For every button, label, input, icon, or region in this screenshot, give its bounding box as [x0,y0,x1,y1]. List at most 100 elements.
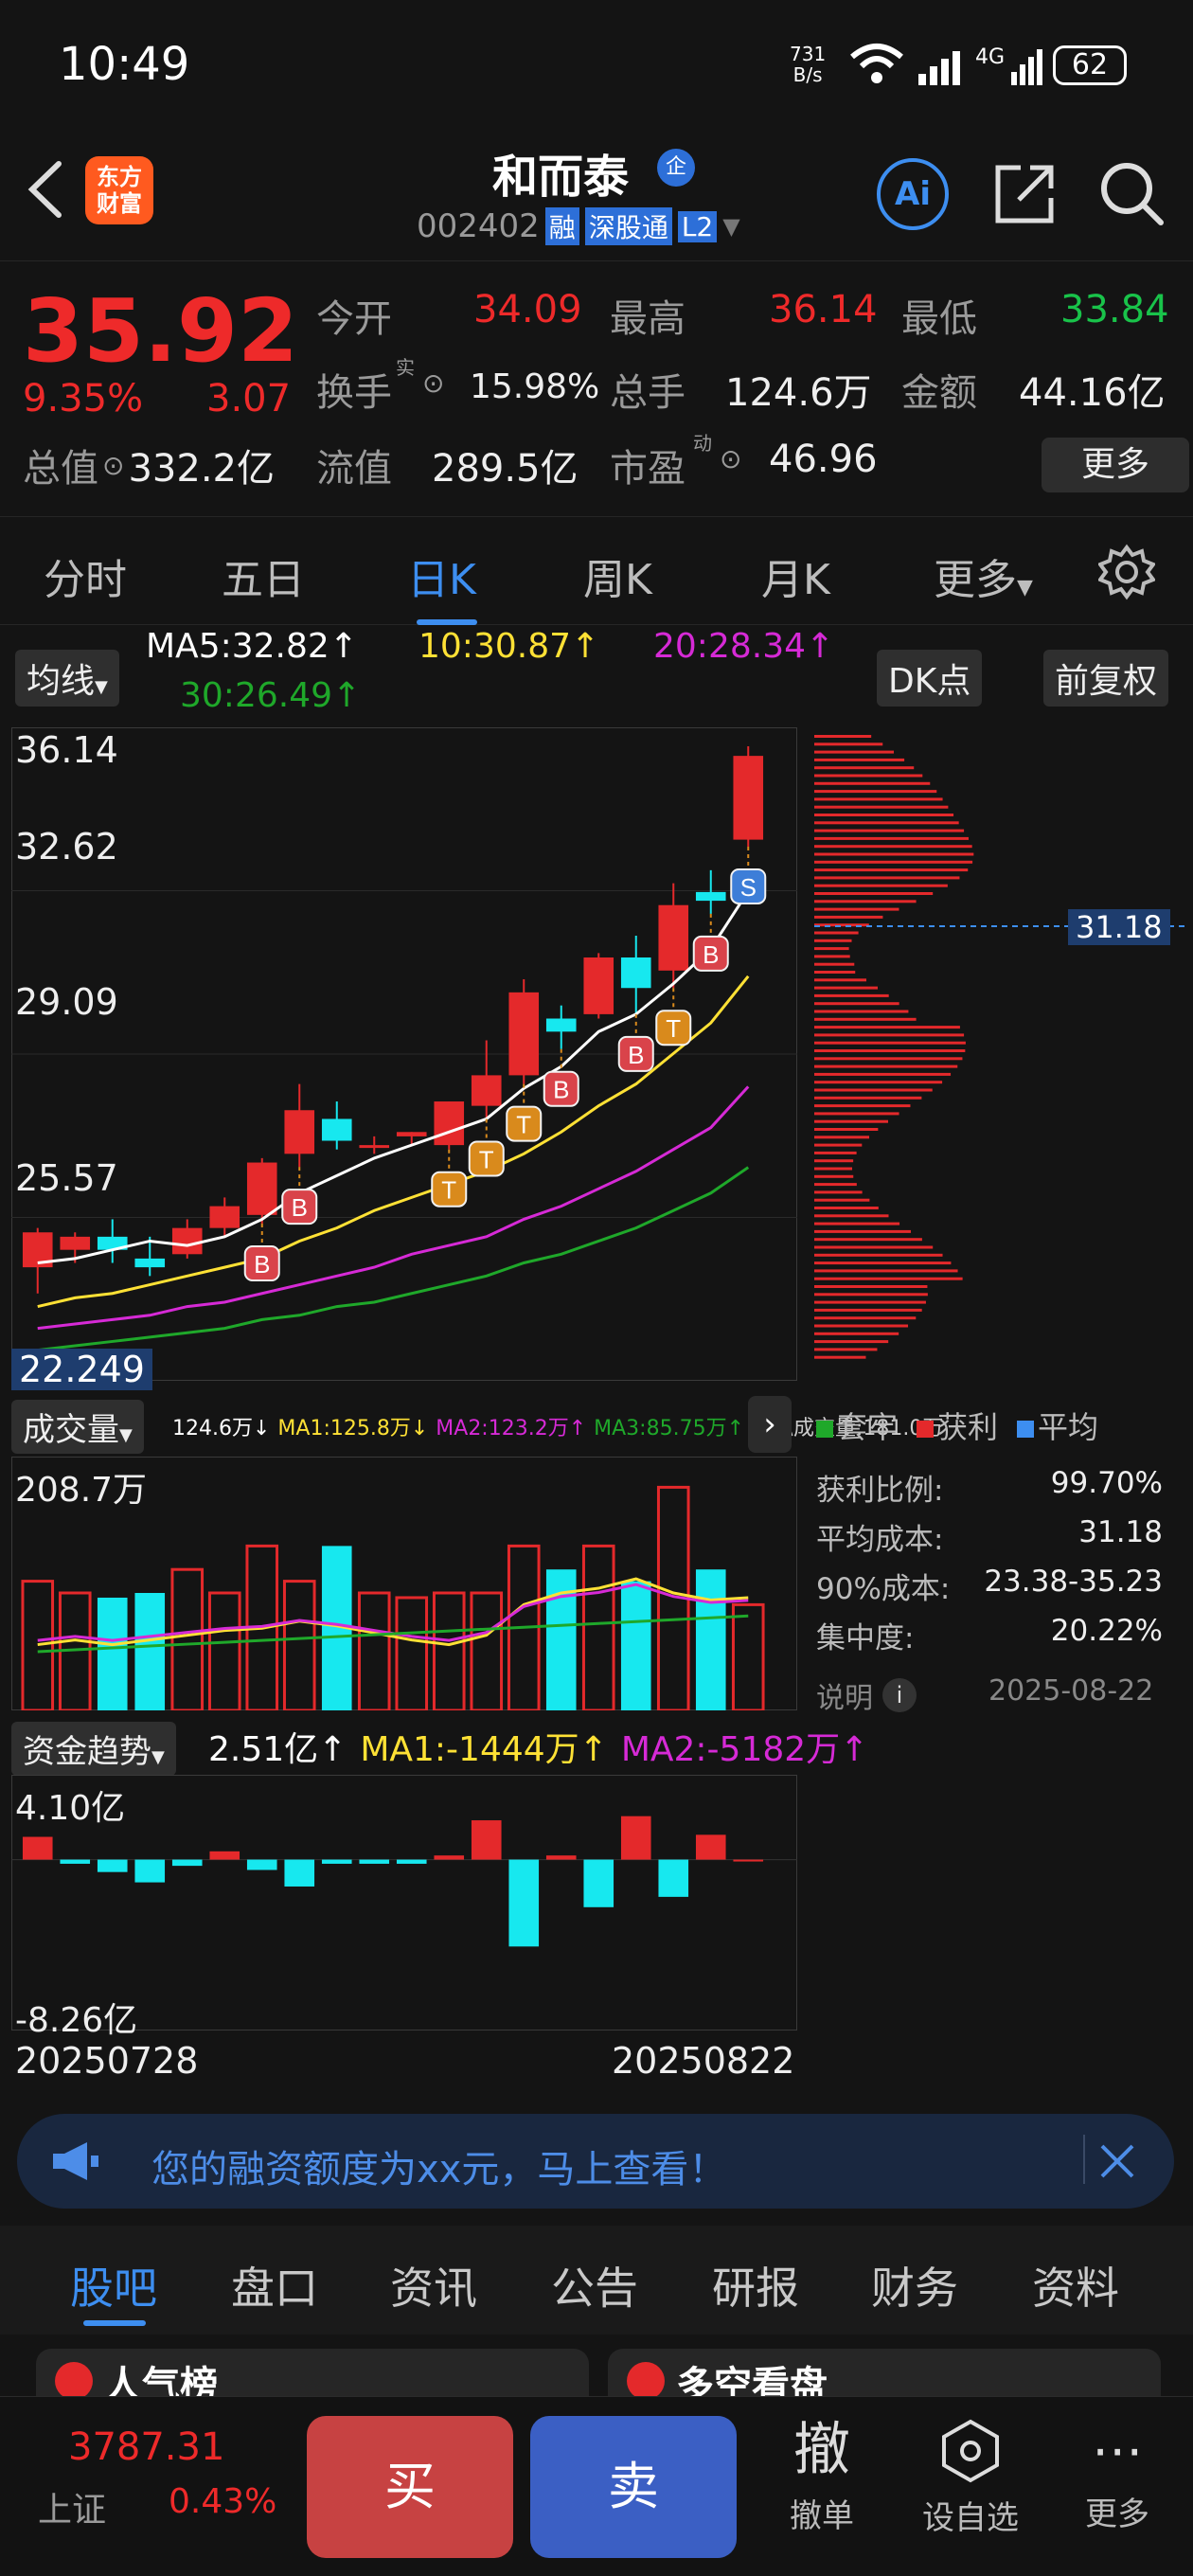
volume-bar [282,1580,316,1710]
change-value: 3.07 [206,377,292,420]
search-icon[interactable] [1098,160,1166,228]
tab-more[interactable]: 更多▼ [934,546,1033,606]
info-icon[interactable]: ⊙ [720,443,741,474]
more-button[interactable]: 更多 [1042,438,1189,492]
chip-bar [814,947,849,951]
fund-indicator-selector[interactable]: 资金趋势▼ [11,1722,176,1776]
dk-point-button[interactable]: DK点 [877,650,983,707]
chip-bar [814,805,949,809]
volume-ma3: MA3:85.75万↑ [594,1417,744,1440]
financing-banner[interactable]: 您的融资额度为xx元，马上查看！ [17,2114,1174,2209]
chip-bar [814,845,972,849]
chip-bar [814,1064,958,1068]
chip-bar [814,1340,889,1344]
chevron-down-icon[interactable]: ▼ [722,213,739,240]
tab-monthly-k[interactable]: 月K [761,546,830,606]
tab-daily-k[interactable]: 日K [407,546,476,606]
fund-title: 资金趋势 [23,1733,151,1771]
index-name[interactable]: 上证 [38,2482,106,2531]
tab-minute[interactable]: 分时 [44,546,127,606]
add-watchlist-button[interactable]: 设自选 [909,2418,1032,2538]
volume-indicator-selector[interactable]: 成交量▼ [11,1400,144,1454]
pe-sup: 动 [693,432,712,455]
tab-weekly-k[interactable]: 周K [583,546,652,606]
app-logo[interactable]: 东方 财富 [85,156,153,224]
tab-pankou[interactable]: 盘口 [231,2254,318,2317]
cancel-order-button[interactable]: 撤 撤单 [765,2418,879,2536]
chip-bar [814,978,867,982]
tag-connect: 深股通 [584,207,672,245]
low-price-tag: 22.249 [11,1349,152,1390]
profile-note[interactable]: 说明 i [816,1674,917,1716]
fund-bar [396,1859,427,1864]
profile-stat-row: 获利比例: 99.70% [816,1466,1163,1509]
chevron-right-icon[interactable]: › [748,1396,792,1453]
buy-button[interactable]: 买 [307,2416,513,2558]
stock-detail-page: { "status": {"time": "10:49", "net_speed… [0,0,1193,2576]
app-logo-line2: 财富 [97,190,142,217]
info-icon[interactable]: ⊙ [422,367,444,399]
back-icon[interactable] [23,158,64,221]
kline-chart[interactable]: BBTTTBBTBS [11,727,797,1381]
turnover-sup: 实 [396,356,415,379]
amount-label: 金额 [901,371,977,415]
hexagon-icon [942,2419,999,2483]
volume-bar [470,1591,504,1710]
settings-gear-icon[interactable] [1098,544,1155,600]
profile-stat-row: 平均成本: 31.18 [816,1515,1163,1558]
info-icon[interactable]: ⊙ [102,450,124,481]
candle-body [60,1236,91,1250]
legend-swatch [1017,1421,1035,1438]
stat-key: 平均成本: [816,1523,944,1557]
chip-bar [814,1174,854,1178]
chip-bar [814,1167,853,1171]
share-icon[interactable] [992,162,1057,226]
stat-key: 获利比例: [816,1474,944,1508]
close-icon[interactable] [1098,2142,1136,2180]
volume-title: 成交量 [23,1411,119,1449]
ma-selector[interactable]: 均线▼ [15,650,119,707]
volume-bar [97,1597,128,1710]
cancel-label: 撤单 [790,2497,854,2535]
chip-bar [814,900,917,903]
more-actions-button[interactable]: ⋯ 更多 [1060,2418,1174,2534]
high-value: 36.14 [769,288,878,331]
fund-bar [620,1816,651,1860]
chip-bar [814,931,859,935]
tab-news[interactable]: 资讯 [390,2254,477,2317]
chip-bar [814,892,934,895]
high-label: 最高 [610,297,686,341]
chip-bar [814,836,969,840]
volume-bar [357,1591,391,1710]
network-type: 4G [975,45,1006,69]
sell-button[interactable]: 卖 [530,2416,737,2558]
signal-label: B [628,1041,644,1069]
volume-value: 124.6万 [725,371,872,415]
tab-announcements[interactable]: 公告 [551,2254,638,2317]
fund-bar [60,1859,91,1864]
info-icon: i [882,1678,917,1712]
fund-bottom-label: -8.26亿 [15,2001,138,2040]
chip-bar [814,797,943,801]
banner-text: 您的融资额度为xx元，马上查看！ [151,2148,727,2191]
chip-bar [814,1245,934,1249]
chip-bar [814,1348,878,1351]
chip-bar [814,1159,854,1163]
tab-five-day[interactable]: 五日 [222,546,305,606]
ai-button[interactable]: Ai [877,158,949,230]
candle-body [321,1118,352,1141]
tab-guba[interactable]: 股吧 [70,2254,157,2317]
tab-more-label: 更多 [934,556,1017,604]
ma10-line [37,975,750,1309]
open-value: 34.09 [473,288,582,331]
tab-finance[interactable]: 财务 [871,2254,958,2317]
legend-trapped: 套牢 [816,1404,898,1447]
adjust-button[interactable]: 前复权 [1043,650,1169,707]
volume-ma1: MA1:125.8万↓ [277,1417,429,1440]
tab-profile[interactable]: 资料 [1032,2254,1119,2317]
tab-research[interactable]: 研报 [712,2254,799,2317]
legend-profit: 获利 [917,1404,998,1447]
wifi-icon [850,44,903,83]
volume-bar [395,1596,429,1710]
chip-bar [814,742,883,746]
